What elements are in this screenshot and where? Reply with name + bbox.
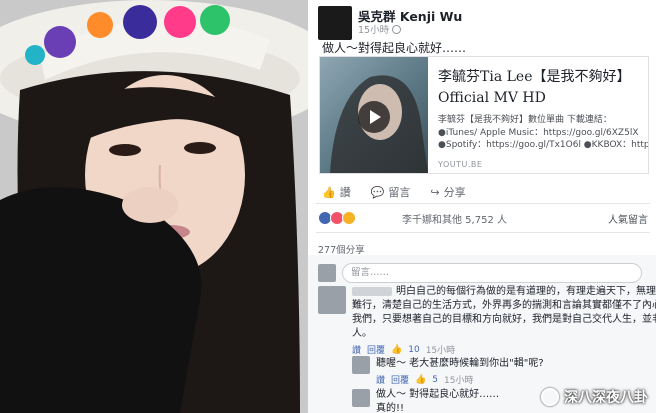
video-thumbnail[interactable] (320, 57, 428, 173)
link-desc-line: ●Spotify：https://goo.gl/Tx1O6l ●KKBOX：ht… (438, 140, 648, 150)
current-user-avatar (318, 264, 336, 282)
divider (316, 232, 650, 233)
author-avatar[interactable] (318, 6, 352, 40)
reply-meta: 讚 回覆 👍 5 15小時 (376, 373, 473, 387)
link-description: 李毓芬【是我不夠好】數位單曲 下載連結： ●iTunes/ Apple Musi… (438, 114, 648, 152)
play-icon[interactable] (358, 101, 390, 133)
reply-text: 聽喔～ 老大甚麼時候輪到你出"輯"呢? (376, 357, 646, 371)
post-timestamp[interactable]: 15小時 (358, 22, 402, 36)
wechat-logo-icon (541, 388, 559, 406)
facebook-post: 吳克群 Kenji Wu 15小時 做人～對得起良心就好…… 李毓芬Tia Le… (308, 0, 656, 413)
commenter-avatar[interactable] (352, 356, 370, 374)
comment-time[interactable]: 15小時 (426, 343, 455, 356)
reactions-row: 李千娜和其他 5,752 人 人氣留言 (318, 210, 648, 226)
comment-sort-dropdown[interactable]: 人氣留言 (608, 211, 648, 226)
share-icon: ↪ (430, 185, 440, 199)
reply-time[interactable]: 15小時 (444, 373, 473, 386)
comment-meta: 讚 回覆 👍 10 15小時 (352, 343, 455, 357)
comment-line: 人。 (352, 328, 372, 339)
share-button[interactable]: ↪ 分享 (430, 184, 465, 200)
reply-line: 聽喔～ 老大甚麼時候輪到你出"輯"呢? (376, 358, 544, 369)
link-desc-line: 李毓芬【是我不夠好】數位單曲 下載連結： (438, 115, 612, 125)
share-label: 分享 (443, 186, 466, 199)
thumbs-up-icon: 👍 (322, 185, 336, 199)
reactors-summary[interactable]: 李千娜和其他 5,752 人 (402, 211, 507, 226)
comment-text: 明白自己的每個行為做的是有道理的，有理走遍天下，無理寸步 難行，清楚自己的生活方… (352, 285, 656, 341)
commenter-name[interactable] (352, 286, 392, 296)
link-preview-card[interactable]: 李毓芬Tia Lee【是我不夠好】Official MV HD 李毓芬【是我不夠… (319, 56, 649, 174)
commenter-avatar[interactable] (352, 389, 370, 407)
reply-like-button[interactable]: 讚 (376, 373, 385, 386)
globe-icon (392, 24, 402, 34)
comment-like-count[interactable]: 10 (408, 345, 419, 355)
like-button[interactable]: 👍 讚 (322, 184, 351, 200)
like-label: 讚 (339, 186, 351, 199)
comment-line: 明白自己的每個行為做的是有道理的，有理走遍天下，無理寸步 (352, 285, 656, 299)
watermark-text: 深八深夜八卦 (564, 390, 648, 406)
post-text: 做人～對得起良心就好…… (322, 41, 467, 55)
share-count[interactable]: 277個分享 (318, 242, 365, 256)
comment-like-button[interactable]: 讚 (352, 343, 361, 356)
commenter-avatar[interactable] (318, 286, 346, 314)
haha-reaction-icon[interactable] (342, 211, 356, 225)
comment-line: 難行，清楚自己的生活方式，外界再多的揣測和言論其實都僅不了內心的 (352, 300, 656, 311)
comment-line: 我們，只要想著自己的目標和方向就好，我們是對自己交代人生，並非別 (352, 314, 656, 325)
comment-icon: 💬 (370, 185, 385, 199)
comment-input[interactable]: 留言…… (342, 263, 642, 283)
reply-like-count[interactable]: 5 (432, 375, 438, 385)
divider (316, 203, 650, 204)
reply-reply-button[interactable]: 回覆 (391, 373, 409, 386)
comment-button[interactable]: 💬 留言 (371, 184, 411, 200)
link-title[interactable]: 李毓芬Tia Lee【是我不夠好】Official MV HD (438, 67, 646, 109)
selfie-photo (0, 0, 308, 413)
link-domain: YOUTU.BE (438, 160, 483, 169)
thumbs-up-icon: 👍 (415, 374, 427, 385)
post-time-text: 15小時 (358, 25, 390, 36)
post-actions: 👍 讚 💬 留言 ↪ 分享 (322, 184, 466, 200)
link-desc-line: ●iTunes/ Apple Music：https://goo.gl/6XZ5… (438, 127, 639, 138)
watermark: 深八深夜八卦 (541, 387, 648, 407)
comment-label: 留言 (388, 186, 411, 199)
comment-reply-button[interactable]: 回覆 (367, 343, 385, 356)
thumbs-up-icon: 👍 (391, 344, 403, 355)
